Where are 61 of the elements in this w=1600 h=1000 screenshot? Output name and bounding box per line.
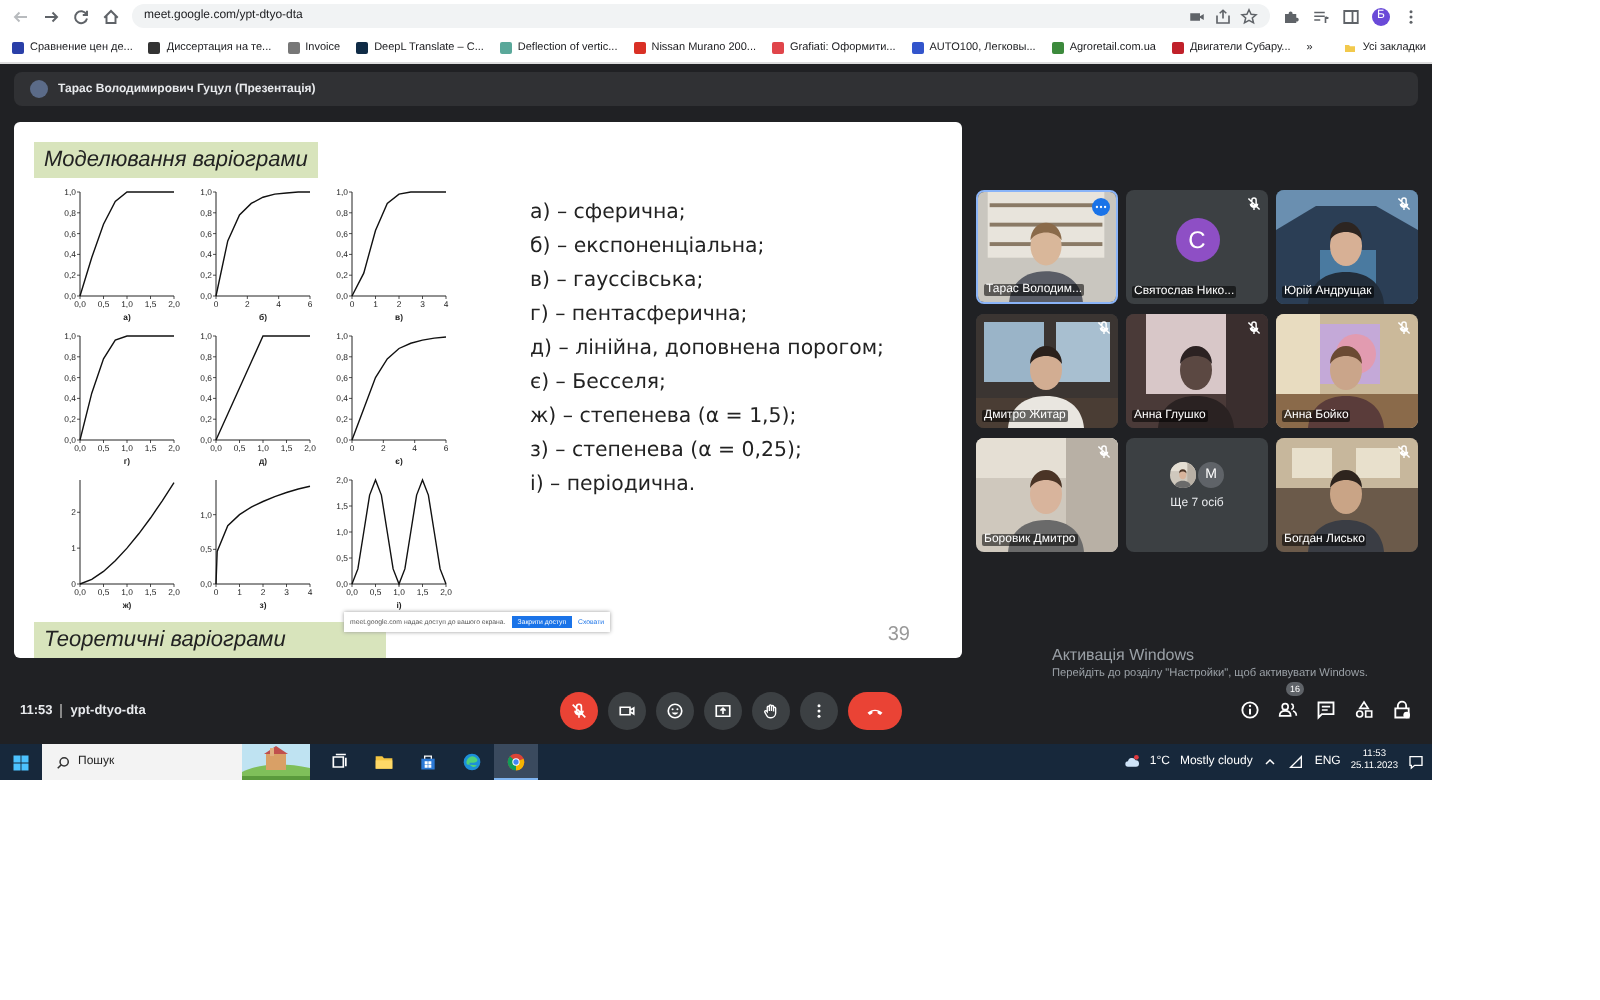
line-plot-drawing [348,478,447,588]
folder-icon [1344,41,1357,53]
windows-icon[interactable] [12,753,30,771]
participant-avatar: С [1175,218,1219,262]
list-item: в) – гауссівська; [530,270,706,292]
list-item: д) – лінійна, доповнена порогом; [530,338,886,360]
hand-icon [762,701,780,719]
raise-hand-button[interactable] [752,691,790,729]
bookmark-star-icon[interactable] [1240,7,1258,25]
camera-button[interactable] [608,691,646,729]
people-icon[interactable] [1278,700,1298,720]
search-icon [56,755,70,769]
shapes-icon[interactable] [1354,700,1374,720]
home-icon[interactable] [102,7,120,25]
task-view-icon [330,752,350,772]
list-item: а) – сферична; [530,202,688,224]
chat-icon[interactable] [1316,700,1336,720]
microphone-off-icon [570,701,588,719]
page-number: 39 [887,624,912,646]
reactions-button[interactable] [656,691,694,729]
more-icon [1094,200,1108,214]
present-icon [714,701,732,719]
extensions-icon[interactable] [1282,7,1300,25]
browser-icon [506,751,526,771]
chevron-up-icon[interactable] [1262,754,1279,770]
present-button[interactable] [704,691,742,729]
cloud-icon[interactable] [1123,754,1140,770]
line-plot-drawing [212,335,311,444]
line-plot-drawing [76,191,175,300]
network-icon[interactable] [1288,754,1305,770]
list-item: є) – Бесселя; [530,372,668,394]
list-item: з) – степенева (α = 0,25); [530,440,804,462]
line-plot-drawing [76,335,175,444]
slide-title: Моделювання варіограми [34,142,318,178]
browser-icon [462,752,482,772]
reload-icon[interactable] [72,7,90,25]
smiley-icon [666,701,684,719]
store-icon [418,752,438,772]
info-icon[interactable] [1240,700,1260,720]
avatar-icon [30,80,48,98]
share-icon[interactable] [1214,7,1232,25]
line-plot-drawing [348,335,447,444]
list-item: б) – експоненціальна; [530,236,767,258]
leave-call-button[interactable] [848,691,902,729]
more-options-button[interactable] [800,691,838,729]
camera-icon[interactable] [1188,7,1206,25]
list-item: ж) – степенева (α = 1,5); [530,406,799,428]
activation-title: Активація Windows [1052,645,1197,664]
side-panel-icon[interactable] [1342,7,1360,25]
notifications-icon[interactable] [1408,754,1424,770]
line-plot-drawing [76,479,175,588]
line-plot-drawing [212,191,311,300]
line-plot-drawing [348,191,447,300]
folder-icon [374,752,394,772]
microphone-button[interactable] [560,691,598,729]
list-item: і) – періодична. [530,474,698,496]
media-icon[interactable] [1312,7,1330,25]
lock-icon[interactable] [1392,700,1412,720]
list-item: г) – пентасферична; [530,304,750,326]
forward-icon[interactable] [42,7,60,25]
camera-icon [618,701,636,719]
